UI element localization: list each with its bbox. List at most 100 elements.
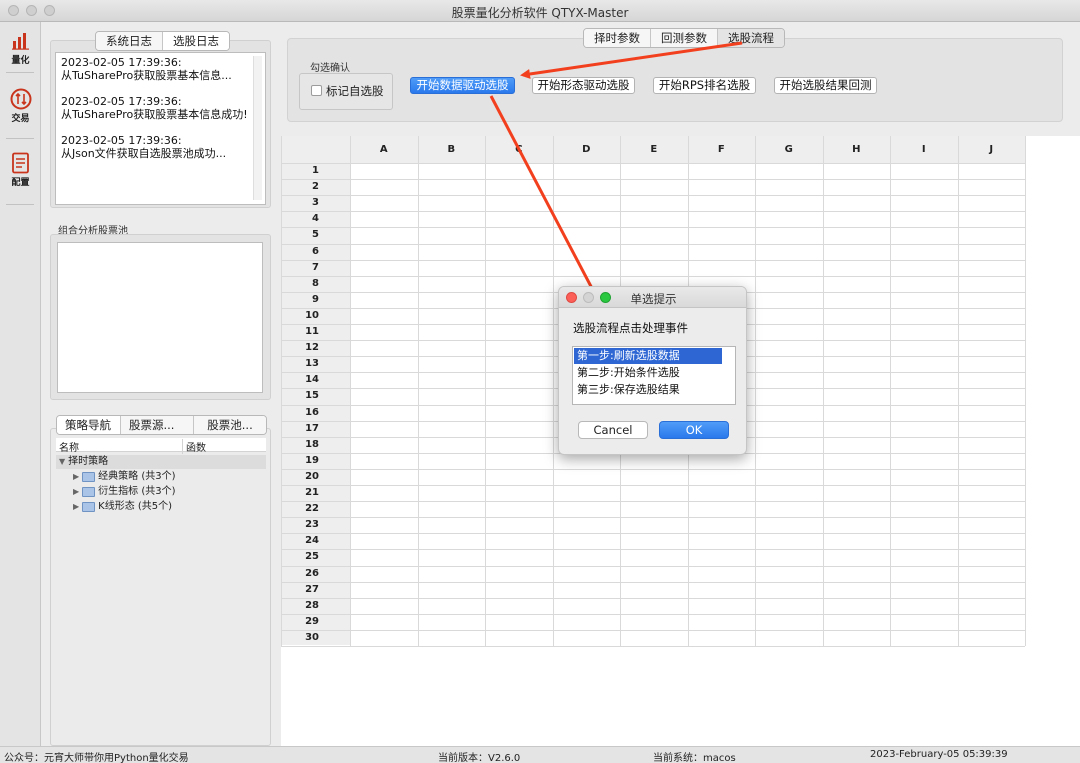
row-header[interactable]: 27 — [281, 582, 350, 598]
grid-line — [417, 136, 419, 646]
row-header[interactable]: 28 — [281, 598, 350, 614]
row-header[interactable]: 30 — [281, 630, 350, 646]
row-header[interactable]: 29 — [281, 614, 350, 630]
row-header[interactable]: 10 — [281, 308, 350, 324]
row-header[interactable]: 7 — [281, 260, 350, 276]
tab-backtest-params[interactable]: 回测参数 — [651, 29, 718, 47]
tab-system-log[interactable]: 系统日志 — [96, 32, 163, 50]
row-header[interactable]: 9 — [281, 292, 350, 308]
row-header[interactable]: 16 — [281, 405, 350, 421]
tree-item-label: 衍生指标 (共3个) — [98, 486, 176, 497]
option-item[interactable]: 第二步:开始条件选股 — [574, 365, 722, 381]
ok-button[interactable]: OK — [659, 421, 729, 439]
option-item[interactable]: 第三步:保存选股结果 — [574, 382, 722, 398]
row-header[interactable]: 25 — [281, 549, 350, 565]
row-header[interactable]: 24 — [281, 533, 350, 549]
grid-line — [281, 501, 1025, 503]
tree-item-root[interactable]: ▼ 择时策略 — [56, 455, 266, 469]
grid-line — [281, 581, 1025, 583]
nav-label: 量化 — [11, 56, 30, 66]
grid-line — [281, 243, 1025, 245]
nav-divider — [6, 138, 34, 139]
selection-backtest-button[interactable]: 开始选股结果回测 — [774, 77, 877, 94]
row-header[interactable]: 17 — [281, 421, 350, 437]
tree-item-classic[interactable]: ▶ 经典策略 (共3个) — [73, 470, 176, 484]
column-header-f[interactable]: F — [688, 136, 756, 163]
mark-favorite-label[interactable]: 标记自选股 — [326, 83, 384, 99]
row-header[interactable]: 19 — [281, 453, 350, 469]
status-version: 当前版本：V2.6.0 — [438, 753, 521, 763]
option-item[interactable]: 第一步:刷新选股数据 — [574, 348, 722, 364]
row-header[interactable]: 11 — [281, 324, 350, 340]
grid-line — [281, 613, 1025, 615]
row-header[interactable]: 23 — [281, 517, 350, 533]
tab-selection-flow[interactable]: 选股流程 — [718, 29, 784, 47]
nav-item-trade[interactable]: 交易 — [0, 88, 41, 124]
collapsed-triangle-icon[interactable]: ▶ — [73, 470, 79, 484]
column-header-b[interactable]: B — [418, 136, 486, 163]
nav-item-quant[interactable]: 量化 — [0, 30, 41, 66]
row-header[interactable]: 1 — [281, 163, 350, 179]
row-header[interactable]: 26 — [281, 566, 350, 582]
tree-item-kline[interactable]: ▶ K线形态 (共5个) — [73, 500, 172, 514]
status-datetime: 2023-February-05 05:39:39 — [870, 749, 1008, 760]
grid-line — [281, 275, 1025, 277]
row-header[interactable]: 18 — [281, 437, 350, 453]
data-driven-select-button[interactable]: 开始数据驱动选股 — [410, 77, 515, 94]
tab-timing-params[interactable]: 择时参数 — [584, 29, 651, 47]
column-header-g[interactable]: G — [755, 136, 823, 163]
tree-col-name: 名称 — [59, 443, 79, 454]
mark-favorite-checkbox[interactable] — [311, 85, 322, 96]
tab-selection-log[interactable]: 选股日志 — [163, 32, 229, 50]
column-header-a[interactable]: A — [350, 136, 418, 163]
column-header-d[interactable]: D — [553, 136, 621, 163]
row-header[interactable]: 6 — [281, 244, 350, 260]
collapsed-triangle-icon[interactable]: ▶ — [73, 500, 79, 514]
tab-strategy-nav[interactable]: 策略导航 — [57, 416, 121, 434]
grid-line — [552, 136, 554, 646]
nav-item-config[interactable]: 配置 — [0, 152, 41, 188]
row-header[interactable]: 20 — [281, 469, 350, 485]
row-header[interactable]: 5 — [281, 227, 350, 243]
grid-line — [281, 485, 1025, 486]
grid-line — [281, 136, 282, 646]
row-header[interactable]: 21 — [281, 485, 350, 501]
option-listbox[interactable]: 第一步:刷新选股数据 第二步:开始条件选股 第三步:保存选股结果 — [572, 346, 736, 405]
cancel-button[interactable]: Cancel — [578, 421, 648, 439]
log-message: 从Json文件获取自选股票池成功... — [61, 147, 227, 160]
tab-stock-pool[interactable]: 股票池... — [194, 416, 266, 434]
window-titlebar: 股票量化分析软件 QTYX-Master — [0, 0, 1080, 22]
row-header[interactable]: 12 — [281, 340, 350, 356]
column-header-e[interactable]: E — [620, 136, 688, 163]
column-header-j[interactable]: J — [958, 136, 1026, 163]
column-header-c[interactable]: C — [485, 136, 553, 163]
grid-line — [281, 597, 1025, 599]
tree-col-func: 函数 — [182, 439, 206, 454]
grid-line — [281, 646, 1025, 647]
row-header[interactable]: 8 — [281, 276, 350, 292]
tree-item-derived[interactable]: ▶ 衍生指标 (共3个) — [73, 485, 176, 499]
row-header[interactable]: 3 — [281, 195, 350, 211]
row-header[interactable]: 2 — [281, 179, 350, 195]
row-header[interactable]: 13 — [281, 356, 350, 372]
rps-rank-select-button[interactable]: 开始RPS排名选股 — [653, 77, 756, 94]
expanded-triangle-icon[interactable]: ▼ — [59, 455, 65, 469]
log-message: 从TuSharePro获取股票基本信息... — [61, 69, 232, 82]
row-header[interactable]: 4 — [281, 211, 350, 227]
column-header-h[interactable]: H — [823, 136, 891, 163]
tab-stock-source[interactable]: 股票源... — [121, 416, 194, 434]
row-header[interactable]: 22 — [281, 501, 350, 517]
column-header-i[interactable]: I — [890, 136, 958, 163]
trade-icon — [10, 88, 32, 110]
pool-listbox[interactable] — [57, 242, 263, 393]
log-textarea[interactable]: 2023-02-05 17:39:36: 从TuSharePro获取股票基本信息… — [55, 52, 266, 205]
grid-line — [281, 533, 1025, 535]
grid-line — [281, 227, 1025, 229]
folder-icon — [82, 502, 96, 512]
collapsed-triangle-icon[interactable]: ▶ — [73, 485, 79, 499]
log-scrollbar[interactable] — [253, 56, 262, 200]
row-header[interactable]: 15 — [281, 388, 350, 404]
pattern-driven-select-button[interactable]: 开始形态驱动选股 — [532, 77, 635, 94]
grid-line — [822, 136, 824, 646]
row-header[interactable]: 14 — [281, 372, 350, 388]
